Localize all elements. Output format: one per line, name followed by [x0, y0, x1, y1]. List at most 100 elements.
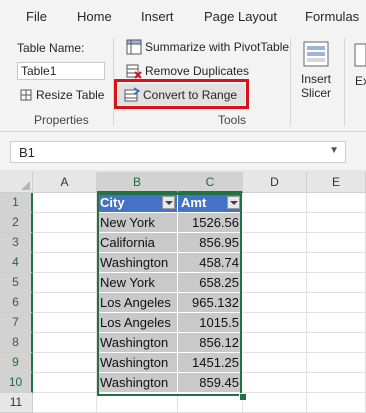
summarize-pivottable-button[interactable]: Summarize with PivotTable [126, 39, 289, 55]
column-header-d[interactable]: D [243, 172, 307, 193]
cell-e10[interactable] [307, 373, 366, 393]
table-name-label: Table Name: [17, 41, 85, 55]
row-header-11[interactable]: 11 [0, 393, 33, 413]
cell-d9[interactable] [243, 353, 307, 373]
row-header-6[interactable]: 6 [0, 293, 33, 313]
cell-c1[interactable]: Amt [178, 193, 243, 213]
cell-a7[interactable] [33, 313, 97, 333]
insert-slicer-label-1: Insert [300, 72, 331, 86]
tab-home[interactable]: Home [77, 9, 112, 24]
resize-table-button[interactable]: Resize Table [19, 88, 104, 102]
cell-e2[interactable] [307, 213, 366, 233]
spreadsheet-grid: A B C D E 1 City Amt 2 New York 1526.56 3 Calif… [0, 172, 366, 413]
cell-e9[interactable] [307, 353, 366, 373]
export-icon [354, 43, 366, 67]
cell-d8[interactable] [243, 333, 307, 353]
cell-a2[interactable] [33, 213, 97, 233]
group-separator [290, 38, 291, 126]
cell-e1[interactable] [307, 193, 366, 213]
tab-insert[interactable]: Insert [141, 9, 174, 24]
tab-page-layout[interactable]: Page Layout [204, 9, 277, 24]
table-name-input[interactable] [17, 62, 105, 80]
cell-a10[interactable] [33, 373, 97, 393]
filter-dropdown-icon[interactable] [227, 196, 240, 209]
export-button-label[interactable]: Ex [355, 74, 366, 88]
resize-table-icon [20, 89, 32, 101]
insert-slicer-label-2: Slicer [300, 86, 331, 100]
cell-b8[interactable]: Washington [97, 333, 178, 353]
cell-d7[interactable] [243, 313, 307, 333]
cell-d4[interactable] [243, 253, 307, 273]
name-box[interactable]: B1 ▼ [10, 141, 346, 163]
cell-e11[interactable] [307, 393, 366, 413]
cell-b7[interactable]: Los Angeles [97, 313, 178, 333]
column-header-a[interactable]: A [33, 172, 97, 193]
cell-c4[interactable]: 458.74 [178, 253, 243, 273]
cell-d11[interactable] [243, 393, 307, 413]
cell-a3[interactable] [33, 233, 97, 253]
cell-a1[interactable] [33, 193, 97, 213]
cell-e4[interactable] [307, 253, 366, 273]
cell-c11[interactable] [178, 393, 243, 413]
row-header-2[interactable]: 2 [0, 213, 33, 233]
cell-a11[interactable] [33, 393, 97, 413]
row-header-9[interactable]: 9 [0, 353, 33, 373]
cell-e3[interactable] [307, 233, 366, 253]
row-header-10[interactable]: 10 [0, 373, 33, 393]
row-header-1[interactable]: 1 [0, 193, 33, 213]
cell-a9[interactable] [33, 353, 97, 373]
cell-b1[interactable]: City [97, 193, 178, 213]
column-header-e[interactable]: E [307, 172, 366, 193]
filter-dropdown-icon[interactable] [162, 196, 175, 209]
select-all-corner[interactable] [0, 172, 33, 193]
cell-b11[interactable] [97, 393, 178, 413]
cell-a4[interactable] [33, 253, 97, 273]
cell-b6[interactable]: Los Angeles [97, 293, 178, 313]
row-header-8[interactable]: 8 [0, 333, 33, 353]
cell-e6[interactable] [307, 293, 366, 313]
cell-b10[interactable]: Washington [97, 373, 178, 393]
cell-a8[interactable] [33, 333, 97, 353]
cell-c5[interactable]: 658.25 [178, 273, 243, 293]
tab-formulas[interactable]: Formulas [305, 9, 359, 24]
cell-e7[interactable] [307, 313, 366, 333]
cell-c10[interactable]: 859.45 [178, 373, 243, 393]
chevron-down-icon[interactable]: ▼ [329, 145, 339, 156]
cell-d3[interactable] [243, 233, 307, 253]
column-header-b[interactable]: B [97, 172, 178, 193]
resize-table-label: Resize Table [36, 88, 105, 102]
row-header-4[interactable]: 4 [0, 253, 33, 273]
cell-b2[interactable]: New York [97, 213, 178, 233]
cell-d2[interactable] [243, 213, 307, 233]
cell-b5[interactable]: New York [97, 273, 178, 293]
fill-handle[interactable] [239, 393, 247, 401]
cell-d10[interactable] [243, 373, 307, 393]
cell-c6[interactable]: 965.132 [178, 293, 243, 313]
group-separator [344, 38, 345, 126]
ribbon-tab-bar: File Home Insert Page Layout Formulas [0, 0, 366, 34]
cell-c2[interactable]: 1526.56 [178, 213, 243, 233]
cell-b3[interactable]: California [97, 233, 178, 253]
tab-file[interactable]: File [26, 9, 47, 24]
ribbon-gap [0, 132, 366, 140]
insert-slicer-button[interactable]: Insert Slicer [296, 72, 336, 100]
cell-c7[interactable]: 1015.5 [178, 313, 243, 333]
column-header-c[interactable]: C [178, 172, 243, 193]
cell-e8[interactable] [307, 333, 366, 353]
cell-c3[interactable]: 856.95 [178, 233, 243, 253]
cell-a6[interactable] [33, 293, 97, 313]
cell-b9[interactable]: Washington [97, 353, 178, 373]
cell-c9[interactable]: 1451.25 [178, 353, 243, 373]
cell-b4[interactable]: Washington [97, 253, 178, 273]
cell-d6[interactable] [243, 293, 307, 313]
cell-d1[interactable] [243, 193, 307, 213]
remove-duplicates-button[interactable]: Remove Duplicates [126, 63, 249, 79]
cell-d5[interactable] [243, 273, 307, 293]
cell-a5[interactable] [33, 273, 97, 293]
row-header-7[interactable]: 7 [0, 313, 33, 333]
row-header-3[interactable]: 3 [0, 233, 33, 253]
cell-e5[interactable] [307, 273, 366, 293]
red-highlight-box [114, 79, 249, 109]
row-header-5[interactable]: 5 [0, 273, 33, 293]
cell-c8[interactable]: 856.12 [178, 333, 243, 353]
